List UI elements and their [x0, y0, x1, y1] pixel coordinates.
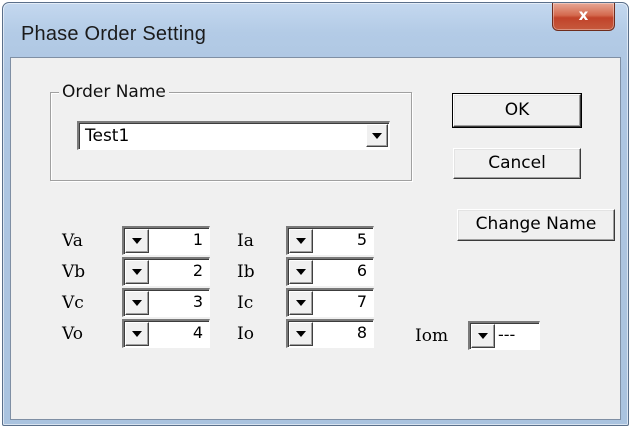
order-name-label: Order Name: [59, 82, 169, 102]
ib-label: Ib: [237, 262, 255, 282]
ic-select[interactable]: 7: [286, 288, 374, 317]
chevron-down-icon: [478, 333, 488, 339]
chevron-down-icon: [132, 269, 142, 275]
chevron-down-icon: [296, 300, 306, 306]
iom-value: ---: [498, 325, 516, 344]
io-value: 8: [356, 323, 367, 342]
chevron-down-icon: [132, 300, 142, 306]
chevron-down-icon: [372, 132, 382, 139]
va-value: 1: [192, 230, 203, 249]
chevron-down-icon: [296, 269, 306, 275]
order-name-value: Test1: [85, 126, 130, 146]
vb-select[interactable]: 2: [122, 257, 210, 286]
vo-dropdown-button[interactable]: [125, 322, 149, 346]
close-button[interactable]: x: [552, 3, 615, 31]
io-label: Io: [237, 324, 254, 344]
ib-value: 6: [356, 261, 367, 280]
vb-value: 2: [192, 261, 203, 280]
vc-value: 3: [192, 292, 203, 311]
vc-label: Vc: [62, 293, 84, 313]
ib-select[interactable]: 6: [286, 257, 374, 286]
chevron-down-icon: [132, 238, 142, 244]
iom-dropdown-button[interactable]: [471, 324, 495, 348]
va-label: Va: [62, 231, 83, 251]
cancel-button[interactable]: Cancel: [453, 148, 581, 179]
iom-label: Iom: [415, 326, 449, 346]
va-dropdown-button[interactable]: [125, 229, 149, 253]
ic-label: Ic: [237, 293, 254, 313]
dialog-window: Phase Order Setting x Order Name Test1 O…: [2, 2, 629, 426]
ic-dropdown-button[interactable]: [289, 291, 313, 315]
ia-value: 5: [356, 230, 367, 249]
chevron-down-icon: [296, 238, 306, 244]
order-name-dropdown-button[interactable]: [366, 124, 388, 147]
io-dropdown-button[interactable]: [289, 322, 313, 346]
order-name-group: Order Name Test1: [50, 82, 412, 181]
ia-dropdown-button[interactable]: [289, 229, 313, 253]
chevron-down-icon: [296, 331, 306, 337]
vb-dropdown-button[interactable]: [125, 260, 149, 284]
iom-select[interactable]: ---: [468, 321, 540, 350]
ia-label: Ia: [237, 231, 254, 251]
vb-label: Vb: [62, 262, 86, 282]
vo-label: Vo: [62, 324, 83, 344]
vo-value: 4: [192, 323, 203, 342]
window-title: Phase Order Setting: [21, 23, 207, 45]
order-name-select[interactable]: Test1: [77, 121, 390, 150]
ok-button[interactable]: OK: [452, 93, 582, 128]
va-select[interactable]: 1: [122, 226, 210, 255]
close-icon: x: [578, 6, 589, 24]
io-select[interactable]: 8: [286, 319, 374, 348]
vo-select[interactable]: 4: [122, 319, 210, 348]
dialog-body: Order Name Test1 OK Cancel Change Name V…: [10, 57, 621, 420]
change-name-button[interactable]: Change Name: [457, 209, 615, 241]
chevron-down-icon: [132, 331, 142, 337]
ic-value: 7: [356, 292, 367, 311]
ib-dropdown-button[interactable]: [289, 260, 313, 284]
ia-select[interactable]: 5: [286, 226, 374, 255]
vc-dropdown-button[interactable]: [125, 291, 149, 315]
vc-select[interactable]: 3: [122, 288, 210, 317]
